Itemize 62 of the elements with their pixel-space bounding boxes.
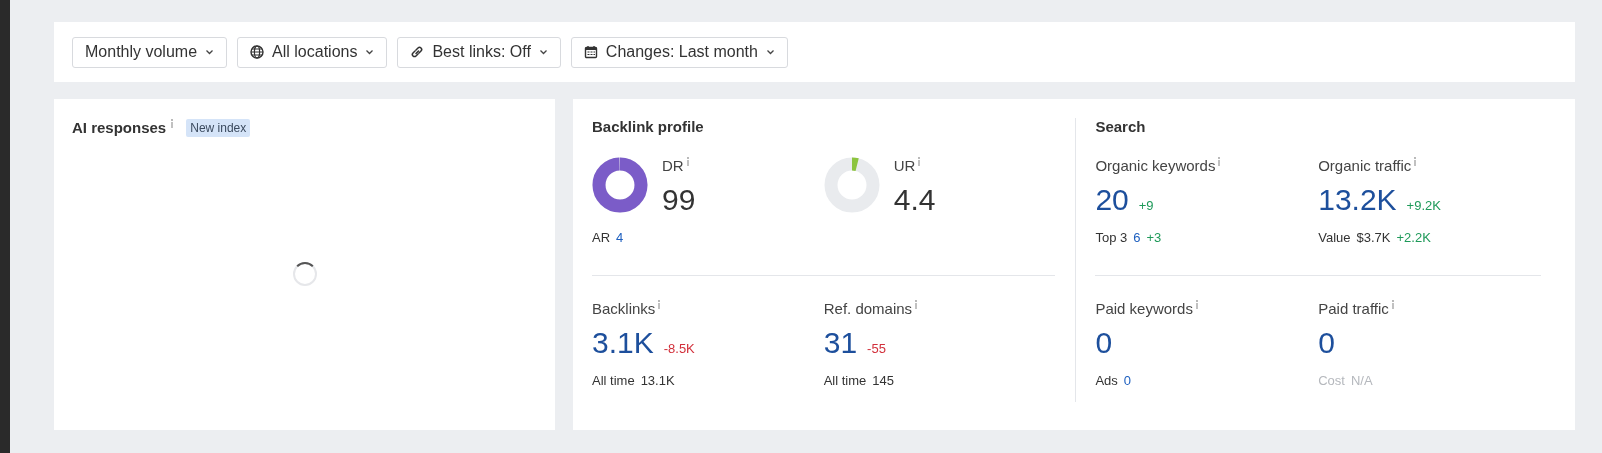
- donut-gauge: [823, 157, 880, 213]
- globe-icon: [250, 45, 265, 59]
- sub-label: AR: [592, 230, 611, 245]
- filter-dropdown[interactable]: Changes: Last month: [570, 36, 788, 68]
- new-index-badge: New index: [186, 119, 251, 137]
- sub-change: +2.2K: [1396, 230, 1431, 245]
- info-icon: [917, 157, 922, 166]
- filter-dropdown[interactable]: Best links: Off: [397, 36, 561, 68]
- sub-change: +3: [1146, 230, 1162, 245]
- info-icon: [1413, 157, 1418, 166]
- metric-label: Organic keywords: [1095, 157, 1216, 174]
- sub-label: Value: [1318, 230, 1351, 245]
- chevron-down-icon: [765, 49, 775, 55]
- metric-label: DR: [662, 157, 684, 174]
- sub-value-link[interactable]: 0: [1123, 373, 1132, 388]
- metric-value: 20: [1095, 183, 1129, 217]
- card-title: AI responses: [72, 119, 167, 136]
- donut-gauge: [592, 157, 648, 213]
- metric-value: 31: [823, 326, 858, 360]
- chevron-down-icon: [365, 49, 375, 55]
- info-icon: [914, 300, 919, 309]
- metric-change: +9.2K: [1406, 198, 1441, 213]
- sub-value-link[interactable]: 4: [616, 230, 624, 245]
- info-icon: [1390, 300, 1395, 309]
- sub-label: Ads: [1095, 373, 1118, 388]
- metric-change: +9: [1138, 198, 1154, 213]
- metric-value: 99: [662, 183, 696, 217]
- filter-dropdown[interactable]: All locations: [237, 36, 388, 68]
- sub-label: Top 3: [1095, 230, 1128, 245]
- sub-value: 13.1K: [640, 373, 675, 388]
- metric-label: UR: [893, 157, 916, 174]
- filter-dropdown[interactable]: Monthly volume: [72, 36, 228, 68]
- info-icon: [657, 300, 662, 309]
- metric-change: -8.5K: [663, 341, 695, 356]
- info-icon: [1217, 157, 1222, 166]
- sub-label: All time: [823, 373, 867, 388]
- metric-value: 4.4: [893, 183, 936, 217]
- calendar-icon: [583, 45, 598, 59]
- info-icon: [170, 119, 175, 128]
- metric-value: 0: [1095, 326, 1113, 360]
- chevron-down-icon: [538, 49, 548, 55]
- metric-change: -55: [867, 341, 886, 356]
- info-icon: [1194, 300, 1199, 309]
- sub-value: 145: [872, 373, 895, 388]
- metric-value: 13.2K: [1318, 183, 1397, 217]
- section-title: Backlink profile: [592, 118, 705, 135]
- sub-value: N/A: [1350, 373, 1373, 388]
- metric-label: Ref. domains: [823, 300, 913, 317]
- section-title: Search: [1095, 118, 1147, 135]
- metric-label: Paid keywords: [1095, 300, 1193, 317]
- metric-value: 0: [1318, 326, 1335, 360]
- sub-value: $3.7K: [1356, 230, 1391, 245]
- sub-value-link[interactable]: 6: [1133, 230, 1141, 245]
- metric-label: Paid traffic: [1318, 300, 1389, 317]
- sub-label: Cost: [1318, 373, 1345, 388]
- info-icon: [685, 157, 690, 166]
- metric-label: Organic traffic: [1318, 157, 1412, 174]
- link-icon: [410, 45, 425, 59]
- sub-label: All time: [592, 373, 635, 388]
- metric-value: 3.1K: [592, 326, 654, 360]
- metric-label: Backlinks: [592, 300, 656, 317]
- chevron-down-icon: [205, 49, 215, 55]
